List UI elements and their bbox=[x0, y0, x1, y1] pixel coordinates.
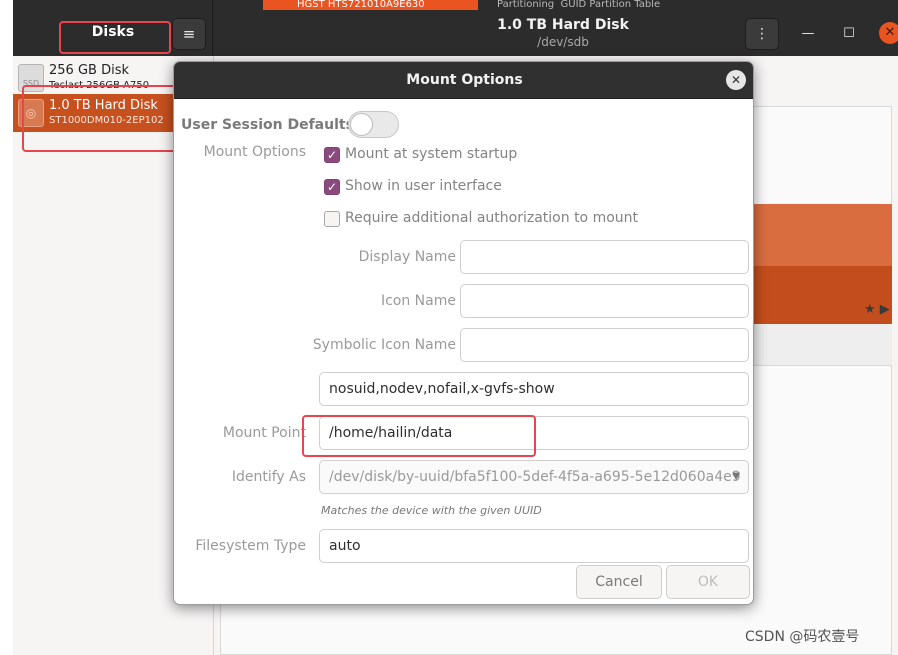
display-name-field[interactable] bbox=[460, 240, 749, 274]
disk-name: 256 GB Disk bbox=[49, 63, 129, 78]
cancel-button[interactable]: Cancel bbox=[576, 565, 662, 599]
display-name-label: Display Name bbox=[358, 249, 456, 265]
dropdown-peek-partitioning: Partitioning GUID Partition Table bbox=[497, 0, 661, 10]
dialog-body: Mount Options ✓ Mount at system startup … bbox=[177, 133, 750, 603]
switch-knob bbox=[350, 113, 373, 136]
mount-options-dialog: Mount Options ✕ Mount Options ✓ Mount at… bbox=[173, 61, 754, 605]
kebab-icon: ⋮ bbox=[755, 26, 769, 42]
symbolic-icon-name-field[interactable] bbox=[460, 328, 749, 362]
dialog-close-button[interactable]: ✕ bbox=[726, 70, 746, 90]
volume-controls[interactable]: ★ ▶ bbox=[864, 302, 890, 317]
checkbox-checked-icon: ✓ bbox=[324, 147, 340, 163]
window-close-button[interactable]: ✕ bbox=[879, 22, 898, 44]
user-session-defaults-switch[interactable] bbox=[348, 111, 399, 138]
maximize-button[interactable]: ☐ bbox=[837, 22, 861, 46]
checkbox-unchecked-icon bbox=[324, 211, 340, 227]
annotation-box-disks bbox=[59, 21, 171, 54]
identify-as-label: Identify As bbox=[231, 469, 306, 485]
dialog-title: Mount Options bbox=[406, 72, 523, 88]
mount-point-label: Mount Point bbox=[222, 425, 306, 441]
ok-button[interactable]: OK bbox=[666, 565, 750, 599]
annotation-box-mount-point bbox=[302, 415, 536, 457]
drive-menu-button[interactable]: ⋮ bbox=[745, 18, 779, 50]
checkbox-label: Show in user interface bbox=[345, 178, 502, 194]
icon-name-field[interactable] bbox=[460, 284, 749, 318]
mount-options-field[interactable]: nosuid,nodev,nofail,x-gvfs-show bbox=[319, 372, 749, 406]
hamburger-icon: ≡ bbox=[182, 25, 196, 43]
checkbox-label: Require additional authorization to moun… bbox=[345, 210, 639, 226]
filesystem-type-field[interactable]: auto bbox=[319, 529, 749, 563]
chevron-down-icon: ▼ bbox=[732, 471, 740, 482]
icon-name-label: Icon Name bbox=[380, 293, 456, 309]
close-icon: ✕ bbox=[730, 73, 742, 87]
close-icon: ✕ bbox=[884, 25, 896, 40]
watermark: CSDN @码农壹号 bbox=[745, 629, 860, 645]
maximize-icon: ☐ bbox=[843, 26, 855, 41]
device-path: /dev/sdb bbox=[537, 35, 589, 49]
checkbox-checked-icon: ✓ bbox=[324, 179, 340, 195]
mount-options-label: Mount Options bbox=[203, 144, 306, 160]
checkbox-label: Mount at system startup bbox=[345, 146, 518, 162]
annotation-box-hard-disk bbox=[22, 85, 195, 152]
app-menu-button[interactable]: ≡ bbox=[172, 18, 206, 50]
user-session-defaults-label: User Session Defaults bbox=[181, 117, 354, 133]
device-title: 1.0 TB Hard Disk bbox=[497, 17, 629, 33]
minimize-icon: — bbox=[801, 26, 815, 41]
dialog-header: Mount Options ✕ bbox=[174, 62, 753, 99]
minimize-button[interactable]: — bbox=[796, 22, 820, 46]
identify-as-hint: Matches the device with the given UUID bbox=[321, 504, 542, 517]
filesystem-type-label: Filesystem Type bbox=[195, 538, 306, 554]
dropdown-peek-disk: HGST HTS721010A9E630 bbox=[263, 0, 478, 10]
identify-as-value: /dev/disk/by-uuid/bfa5f100-5def-4f5a-a69… bbox=[329, 469, 741, 485]
symbolic-icon-name-label: Symbolic Icon Name bbox=[312, 337, 456, 353]
identify-as-dropdown[interactable]: /dev/disk/by-uuid/bfa5f100-5def-4f5a-a69… bbox=[319, 460, 749, 494]
